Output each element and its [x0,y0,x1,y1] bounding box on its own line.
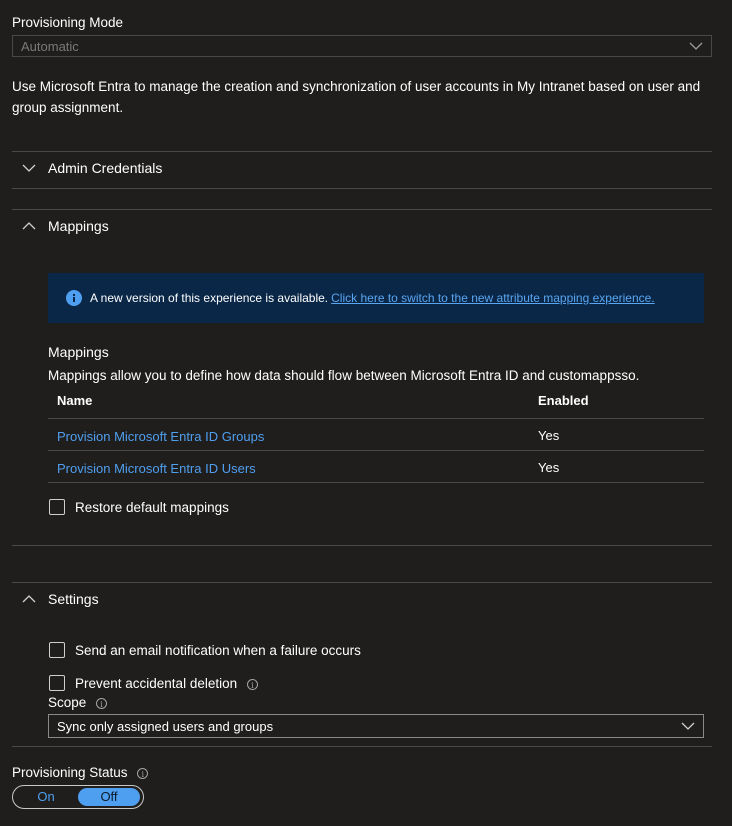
enabled-value: Yes [538,428,560,443]
provisioning-mode-description: Use Microsoft Entra to manage the creati… [12,79,701,115]
email-notification-label: Send an email notification when a failur… [75,643,361,658]
provisioning-status-label: Provisioning Status [12,765,128,780]
admin-credentials-header[interactable]: Admin Credentials [22,160,162,176]
column-header-enabled: Enabled [538,393,589,408]
scope-label: Scope [48,695,87,710]
toggle-on-option[interactable]: On [13,786,79,808]
info-icon [66,290,82,306]
toggle-off-option[interactable]: Off [78,788,140,806]
enabled-value: Yes [538,460,560,475]
column-header-name: Name [57,393,93,408]
mappings-title: Mappings [48,344,109,360]
scope-row: Scope i [48,695,108,710]
divider [12,545,712,546]
settings-header[interactable]: Settings [22,591,99,607]
divider [12,209,712,210]
info-banner: A new version of this experience is avai… [48,273,704,323]
provisioning-mode-label: Provisioning Mode [12,15,124,30]
info-icon[interactable]: i [137,767,149,779]
prevent-deletion-checkbox[interactable] [49,675,65,691]
table-row: Provision Microsoft Entra ID Groups Yes [48,419,704,450]
mappings-header[interactable]: Mappings [22,218,109,234]
chevron-up-icon [22,595,36,603]
admin-credentials-label: Admin Credentials [48,160,163,176]
chevron-down-icon [22,164,36,172]
mapping-link-groups[interactable]: Provision Microsoft Entra ID Groups [57,429,264,444]
table-divider [48,482,704,483]
mapping-link-users[interactable]: Provision Microsoft Entra ID Users [57,461,256,476]
divider [12,151,712,152]
mappings-description: Mappings allow you to define how data sh… [48,368,640,383]
settings-label: Settings [48,591,99,607]
provisioning-status-toggle[interactable]: On Off [12,785,144,809]
scope-value: Sync only assigned users and groups [57,718,274,734]
mappings-section-label: Mappings [48,218,109,234]
chevron-up-icon [22,222,36,230]
divider [12,188,712,189]
scope-dropdown[interactable]: Sync only assigned users and groups [48,714,704,738]
table-row: Provision Microsoft Entra ID Users Yes [48,451,704,482]
provisioning-mode-dropdown[interactable]: Automatic [12,35,712,57]
prevent-deletion-row: Prevent accidental deletion i [75,676,258,691]
divider [12,582,712,583]
info-icon[interactable]: i [96,697,108,709]
email-notification-checkbox[interactable] [49,642,65,658]
divider [12,746,712,747]
banner-text: A new version of this experience is avai… [90,291,329,305]
chevron-down-icon [689,42,703,50]
prevent-deletion-label: Prevent accidental deletion [75,676,238,691]
chevron-down-icon [681,722,695,730]
provisioning-mode-value: Automatic [21,38,79,54]
restore-default-mappings-label: Restore default mappings [75,500,229,515]
info-icon[interactable]: i [246,678,258,690]
restore-default-mappings-checkbox[interactable] [49,499,65,515]
provisioning-status-row: Provisioning Status i [12,765,149,780]
switch-mapping-experience-link[interactable]: Click here to switch to the new attribut… [331,291,655,305]
